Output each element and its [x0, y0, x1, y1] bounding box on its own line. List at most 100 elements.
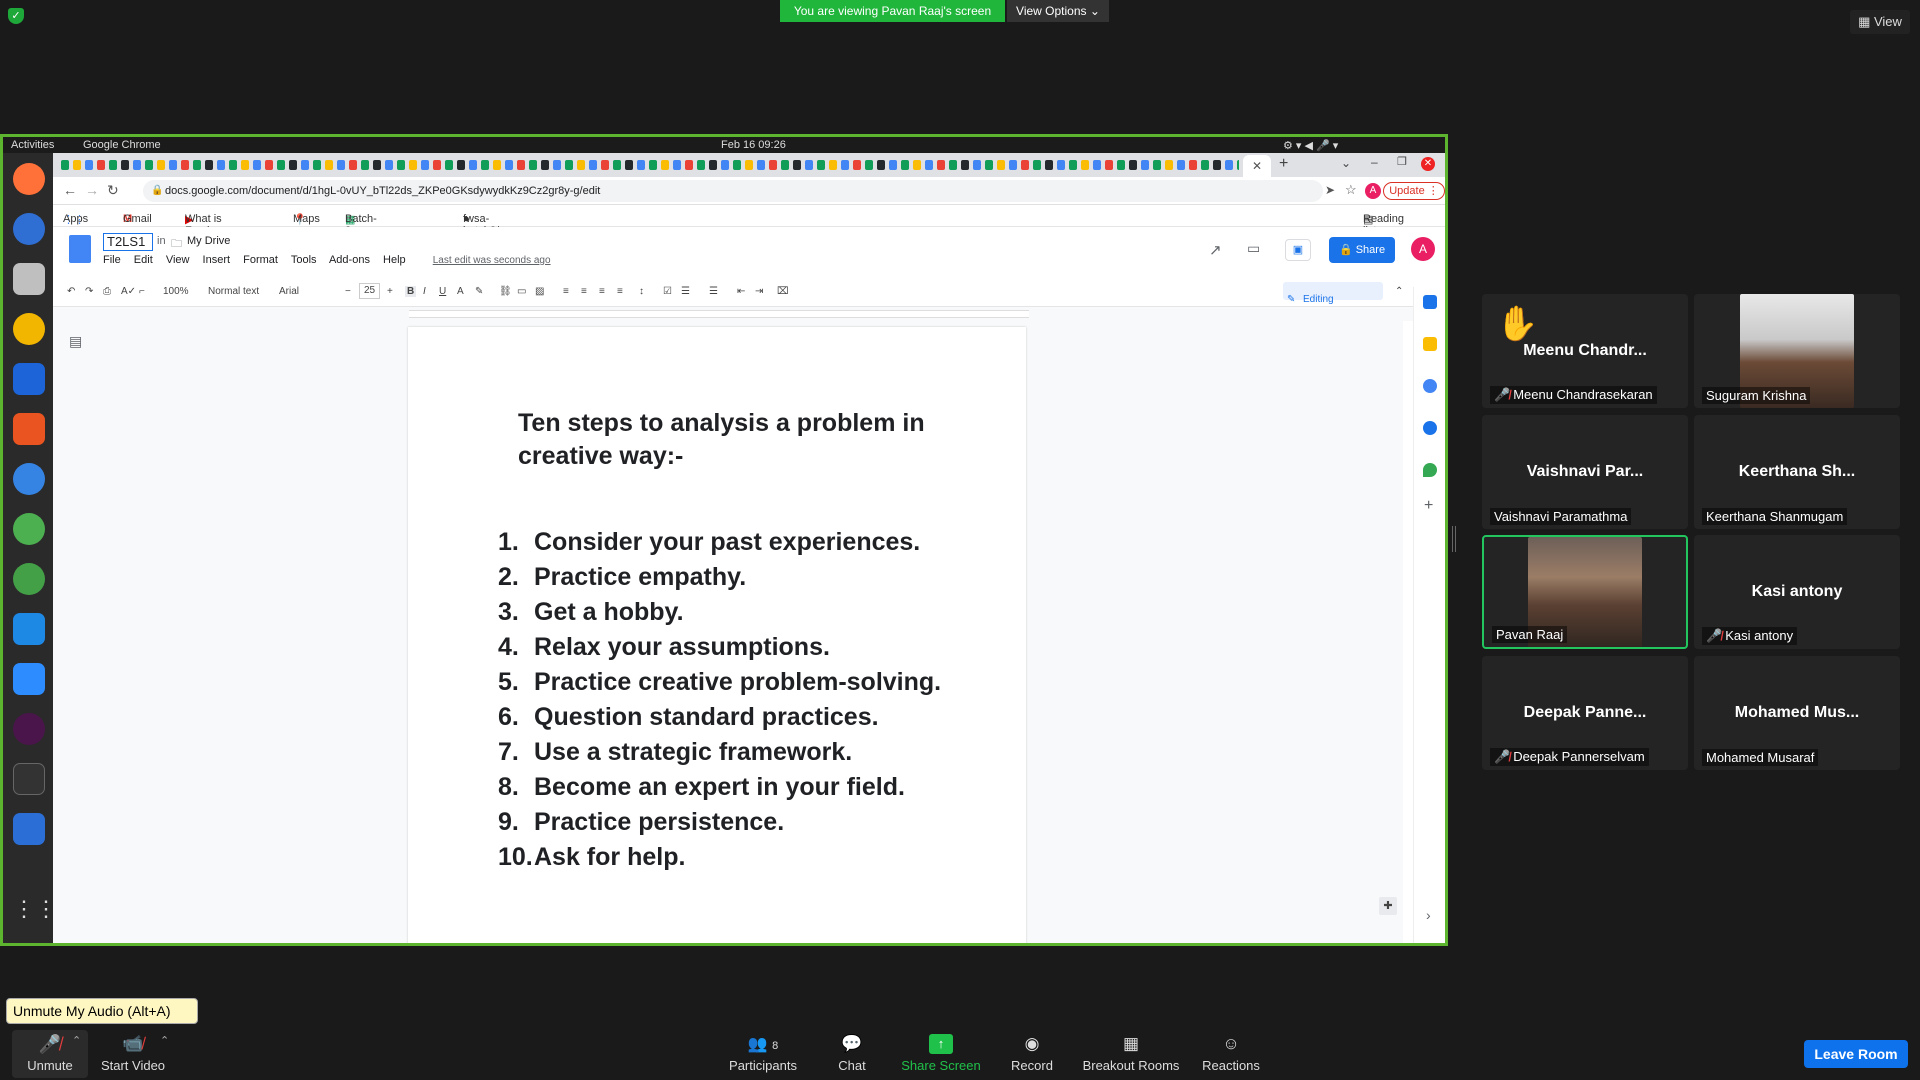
- pinned-tab-favicon[interactable]: [337, 160, 345, 170]
- url-field[interactable]: 🔒 docs.google.com/document/d/1hgL-0vUY_b…: [143, 180, 1323, 202]
- list-item[interactable]: 9. Practice persistence.: [498, 805, 941, 840]
- list-item[interactable]: 2. Practice empathy.: [498, 560, 941, 595]
- align-center-icon[interactable]: ≡: [581, 286, 587, 297]
- checklist-icon[interactable]: ☑: [663, 286, 672, 297]
- pinned-tab-favicon[interactable]: [733, 160, 741, 170]
- leave-room-button[interactable]: Leave Room: [1804, 1040, 1908, 1068]
- pinned-tab-favicon[interactable]: [1213, 160, 1221, 170]
- list-item[interactable]: 7. Use a strategic framework.: [498, 735, 941, 770]
- list-item[interactable]: 4. Relax your assumptions.: [498, 630, 941, 665]
- pinned-tab-favicon[interactable]: [481, 160, 489, 170]
- collapse-icon[interactable]: ⌃: [1395, 286, 1403, 297]
- pinned-tab-favicon[interactable]: [1081, 160, 1089, 170]
- docs-logo-icon[interactable]: [69, 235, 91, 263]
- pinned-tab-favicon[interactable]: [1057, 160, 1065, 170]
- link-icon[interactable]: ⛓: [499, 286, 512, 297]
- pinned-tab-favicon[interactable]: [685, 160, 693, 170]
- pinned-tab-favicon[interactable]: [781, 160, 789, 170]
- pinned-tab-favicon[interactable]: [913, 160, 921, 170]
- expand-panel-icon[interactable]: ›: [1426, 907, 1431, 923]
- vscode-icon[interactable]: [13, 613, 45, 645]
- pinned-tab-favicon[interactable]: [1069, 160, 1077, 170]
- account-avatar[interactable]: A: [1411, 237, 1435, 261]
- decrease-indent-icon[interactable]: ⇤: [737, 286, 745, 297]
- pinned-tab-favicon[interactable]: [553, 160, 561, 170]
- font-select[interactable]: Arial: [279, 286, 299, 297]
- pinned-tab-favicon[interactable]: [517, 160, 525, 170]
- view-button[interactable]: ▦ View: [1850, 10, 1910, 34]
- pinned-tab-favicon[interactable]: [445, 160, 453, 170]
- reactions-button[interactable]: ☺ Reactions: [1196, 1034, 1266, 1073]
- pinned-tab-favicon[interactable]: [817, 160, 825, 170]
- folder-icon[interactable]: 🗀: [171, 235, 182, 254]
- participant-tile[interactable]: Kasi antony 🎤̸ Kasi antony: [1694, 535, 1900, 649]
- line-spacing-icon[interactable]: ↕: [639, 286, 644, 297]
- participant-tile[interactable]: Suguram Krishna: [1694, 294, 1900, 408]
- explore-icon[interactable]: ✚: [1379, 897, 1397, 915]
- files-icon[interactable]: [13, 263, 45, 295]
- thunderbird-icon[interactable]: [13, 213, 45, 245]
- pinned-tab-favicon[interactable]: [985, 160, 993, 170]
- pinned-tab-favicon[interactable]: [1009, 160, 1017, 170]
- comment-icon[interactable]: ▭: [517, 286, 526, 297]
- pinned-tab-favicon[interactable]: [61, 160, 69, 170]
- tab-search-icon[interactable]: ⌄: [1341, 156, 1351, 170]
- justify-icon[interactable]: ≡: [617, 286, 623, 297]
- pinned-tab-favicon[interactable]: [229, 160, 237, 170]
- numbered-list-icon[interactable]: ☰: [709, 286, 718, 297]
- pinned-tab-favicon[interactable]: [1177, 160, 1185, 170]
- back-icon[interactable]: ←: [63, 182, 77, 198]
- pinned-tab-favicon[interactable]: [349, 160, 357, 170]
- font-size-input[interactable]: 25: [359, 283, 381, 299]
- pinned-tab-favicon[interactable]: [1189, 160, 1197, 170]
- pinned-tab-favicon[interactable]: [265, 160, 273, 170]
- pinned-tab-favicon[interactable]: [1021, 160, 1029, 170]
- pinned-tab-favicon[interactable]: [385, 160, 393, 170]
- list-item[interactable]: 10.Ask for help.: [498, 840, 941, 875]
- pinned-tab-favicon[interactable]: [805, 160, 813, 170]
- doc-title-input[interactable]: T2LS1: [103, 233, 153, 251]
- pinned-tab-favicon[interactable]: [1201, 160, 1209, 170]
- clear-format-icon[interactable]: ⌧: [777, 286, 789, 297]
- pinned-tab-favicon[interactable]: [853, 160, 861, 170]
- tasks-icon[interactable]: [1423, 379, 1437, 393]
- pinned-tab-favicon[interactable]: [253, 160, 261, 170]
- list-item[interactable]: 1. Consider your past experiences.: [498, 525, 941, 560]
- pinned-tab-favicon[interactable]: [769, 160, 777, 170]
- pinned-tab-favicon[interactable]: [709, 160, 717, 170]
- pinned-tab-favicon[interactable]: [409, 160, 417, 170]
- participant-tile[interactable]: Mohamed Mus... Mohamed Musaraf: [1694, 656, 1900, 770]
- italic-icon[interactable]: I: [423, 286, 426, 297]
- increase-indent-icon[interactable]: ⇥: [755, 286, 763, 297]
- resize-handle[interactable]: [1452, 526, 1456, 552]
- redo-icon[interactable]: ↷: [85, 286, 93, 297]
- atom-icon[interactable]: [13, 563, 45, 595]
- record-button[interactable]: ◉ Record: [1000, 1034, 1064, 1073]
- calendar-icon[interactable]: [1423, 295, 1437, 309]
- pinned-tab-favicon[interactable]: [313, 160, 321, 170]
- update-button[interactable]: Update ⋮: [1383, 182, 1445, 200]
- pinned-tab-favicon[interactable]: [433, 160, 441, 170]
- pinned-tab-favicon[interactable]: [97, 160, 105, 170]
- pinned-tab-favicon[interactable]: [145, 160, 153, 170]
- image-icon[interactable]: ▨: [535, 286, 544, 297]
- participant-tile[interactable]: Vaishnavi Par... Vaishnavi Paramathma: [1482, 415, 1688, 529]
- bullet-list-icon[interactable]: ☰: [681, 286, 690, 297]
- minimize-icon[interactable]: –: [1371, 155, 1378, 169]
- decrease-size-icon[interactable]: −: [345, 286, 351, 297]
- clock[interactable]: Feb 16 09:26: [721, 139, 786, 151]
- participants-button[interactable]: 👥 8 Participants: [725, 1034, 801, 1073]
- pinned-tab-favicon[interactable]: [289, 160, 297, 170]
- pinned-tab-favicon[interactable]: [157, 160, 165, 170]
- pinned-tab-favicon[interactable]: [877, 160, 885, 170]
- participant-tile[interactable]: ✋ Meenu Chandr... 🎤̸ Meenu Chandrasekaran: [1482, 294, 1688, 408]
- pinned-tab-favicon[interactable]: [505, 160, 513, 170]
- increase-size-icon[interactable]: +: [387, 286, 393, 297]
- editing-mode-select[interactable]: ✎ Editing: [1283, 282, 1383, 305]
- active-tab-close[interactable]: ✕: [1243, 155, 1271, 177]
- zoom-select[interactable]: 100%: [163, 286, 189, 297]
- folder-name[interactable]: My Drive: [187, 235, 230, 247]
- list-item[interactable]: 6. Question standard practices.: [498, 700, 941, 735]
- pinned-tab-favicon[interactable]: [109, 160, 117, 170]
- pinned-tab-favicon[interactable]: [673, 160, 681, 170]
